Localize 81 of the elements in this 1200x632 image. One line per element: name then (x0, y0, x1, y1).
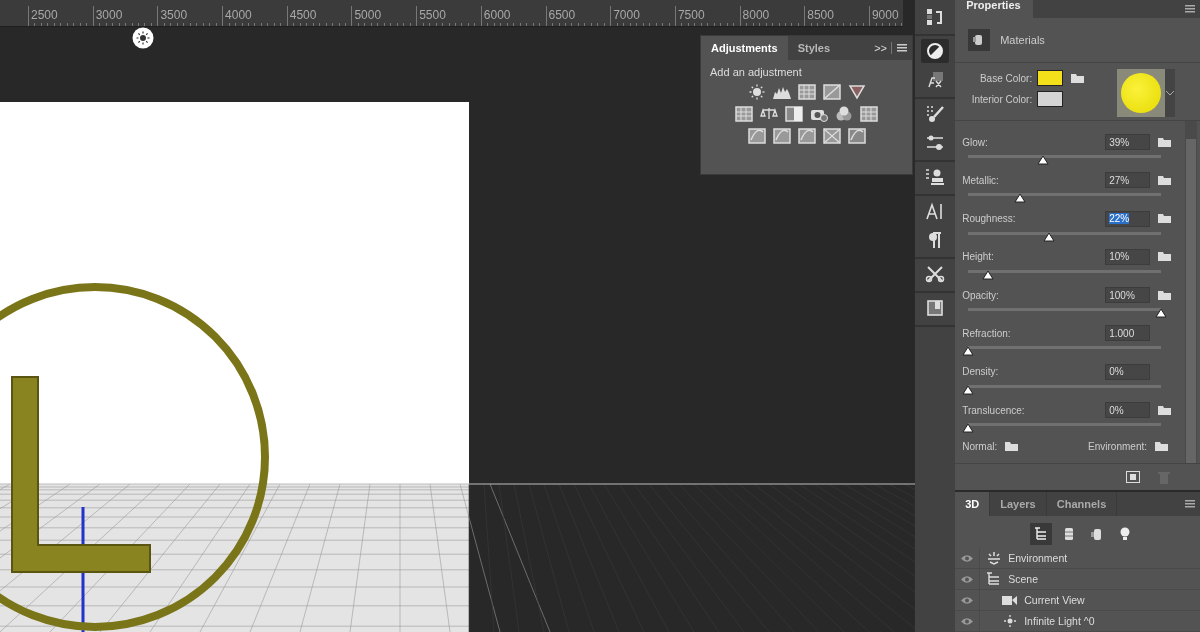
value-field[interactable]: 39% (1105, 134, 1151, 150)
ruler-label: 8500 (804, 6, 869, 26)
ruler-label: 2500 (28, 6, 93, 26)
color-swatch[interactable] (1037, 91, 1064, 107)
ruler-label: 4000 (222, 6, 287, 26)
collapse-button[interactable]: >> (870, 42, 892, 54)
slider-thumb[interactable] (962, 423, 975, 434)
folder-icon[interactable] (1071, 72, 1086, 84)
environment-icon (986, 551, 1003, 565)
folder-icon[interactable] (1155, 441, 1169, 453)
ruler-label: 4500 (286, 6, 352, 26)
tree-item-label[interactable]: Current View (1024, 594, 1085, 606)
color-label: Base Color: (978, 72, 1033, 84)
bw-icon[interactable] (785, 106, 803, 122)
color-swatch[interactable] (1037, 70, 1064, 86)
ruler-label: 6000 (480, 6, 546, 26)
panel-tab[interactable]: Adjustments (701, 36, 788, 60)
folder-icon[interactable] (1158, 136, 1173, 148)
slider-label: Roughness: (962, 213, 1017, 225)
panel-title[interactable]: Properties (955, 0, 1033, 18)
material-preview[interactable] (1117, 69, 1166, 117)
ruler-label: 8000 (739, 6, 805, 26)
ruler-label: 5000 (351, 6, 417, 26)
folder-icon[interactable] (1158, 251, 1173, 263)
value-field[interactable]: 10% (1105, 248, 1151, 265)
render-icon[interactable] (1126, 471, 1140, 483)
scrollbar[interactable] (1185, 121, 1197, 463)
ruler-label: 3500 (157, 6, 223, 26)
menu-icon[interactable] (897, 44, 907, 52)
material-icon (968, 29, 991, 51)
tree-item-label[interactable]: Scene (1008, 573, 1038, 585)
slider-thumb[interactable] (962, 384, 975, 395)
value-field[interactable]: 0% (1105, 402, 1151, 419)
section-label: Materials (1000, 34, 1045, 46)
panel-tab[interactable]: 3D (955, 492, 991, 516)
slider-thumb[interactable] (981, 269, 994, 280)
slider-label: Opacity: (962, 289, 1000, 301)
slider-label: Density: (962, 366, 1000, 378)
folder-icon[interactable] (1158, 289, 1173, 301)
value-field[interactable]: 22% (1105, 210, 1151, 227)
tree-item-label[interactable]: Infinite Light ^0 (1024, 615, 1095, 627)
light-icon (1002, 614, 1019, 628)
slider-label: Translucence: (962, 404, 1026, 416)
slider-thumb[interactable] (1043, 231, 1056, 242)
folder-icon[interactable] (1158, 213, 1173, 225)
ruler-label: 7000 (610, 6, 675, 26)
slider-thumb[interactable] (962, 346, 975, 357)
folder-icon[interactable] (1158, 404, 1173, 416)
brightness-icon[interactable] (747, 84, 766, 100)
map-label: Environment: (1088, 441, 1147, 453)
tree-item-label[interactable]: Environment (1008, 552, 1068, 564)
value-field[interactable]: 100% (1105, 287, 1151, 304)
panel-tab[interactable]: Layers (990, 492, 1047, 516)
adjustments-icon[interactable] (921, 39, 950, 63)
folder-icon[interactable] (1005, 441, 1020, 453)
mixer-icon[interactable] (835, 106, 853, 122)
slider-label: Refraction: (962, 328, 1012, 339)
map-label: Normal: (962, 441, 998, 453)
panel-heading: Add an adjustment (710, 66, 802, 78)
balance-icon[interactable] (760, 106, 778, 122)
slider-thumb[interactable] (1155, 308, 1168, 319)
value-field[interactable]: 0% (1105, 363, 1151, 380)
slider-label: Metallic: (962, 174, 1000, 186)
value-field[interactable]: 1.000 (1105, 325, 1151, 342)
slider-thumb[interactable] (1037, 155, 1050, 165)
camera-icon (1002, 593, 1019, 607)
ruler-label: 5500 (416, 6, 481, 26)
ruler-label: 7500 (674, 6, 740, 26)
menu-icon[interactable] (1185, 500, 1195, 508)
folder-icon[interactable] (1158, 174, 1173, 186)
panel-tab[interactable]: Channels (1046, 492, 1118, 516)
scene-filter-icon[interactable] (1029, 523, 1052, 545)
ruler-label: 6500 (545, 6, 611, 26)
slider-label: Glow: (962, 136, 989, 148)
slider-label: Height: (962, 251, 995, 263)
slider-thumb[interactable] (1014, 193, 1027, 204)
value-field[interactable]: 27% (1105, 172, 1151, 189)
panel-tab[interactable]: Styles (787, 36, 841, 60)
ruler-label: 3000 (92, 6, 158, 26)
menu-icon[interactable] (1185, 5, 1195, 13)
color-label: Interior Color: (970, 93, 1033, 105)
